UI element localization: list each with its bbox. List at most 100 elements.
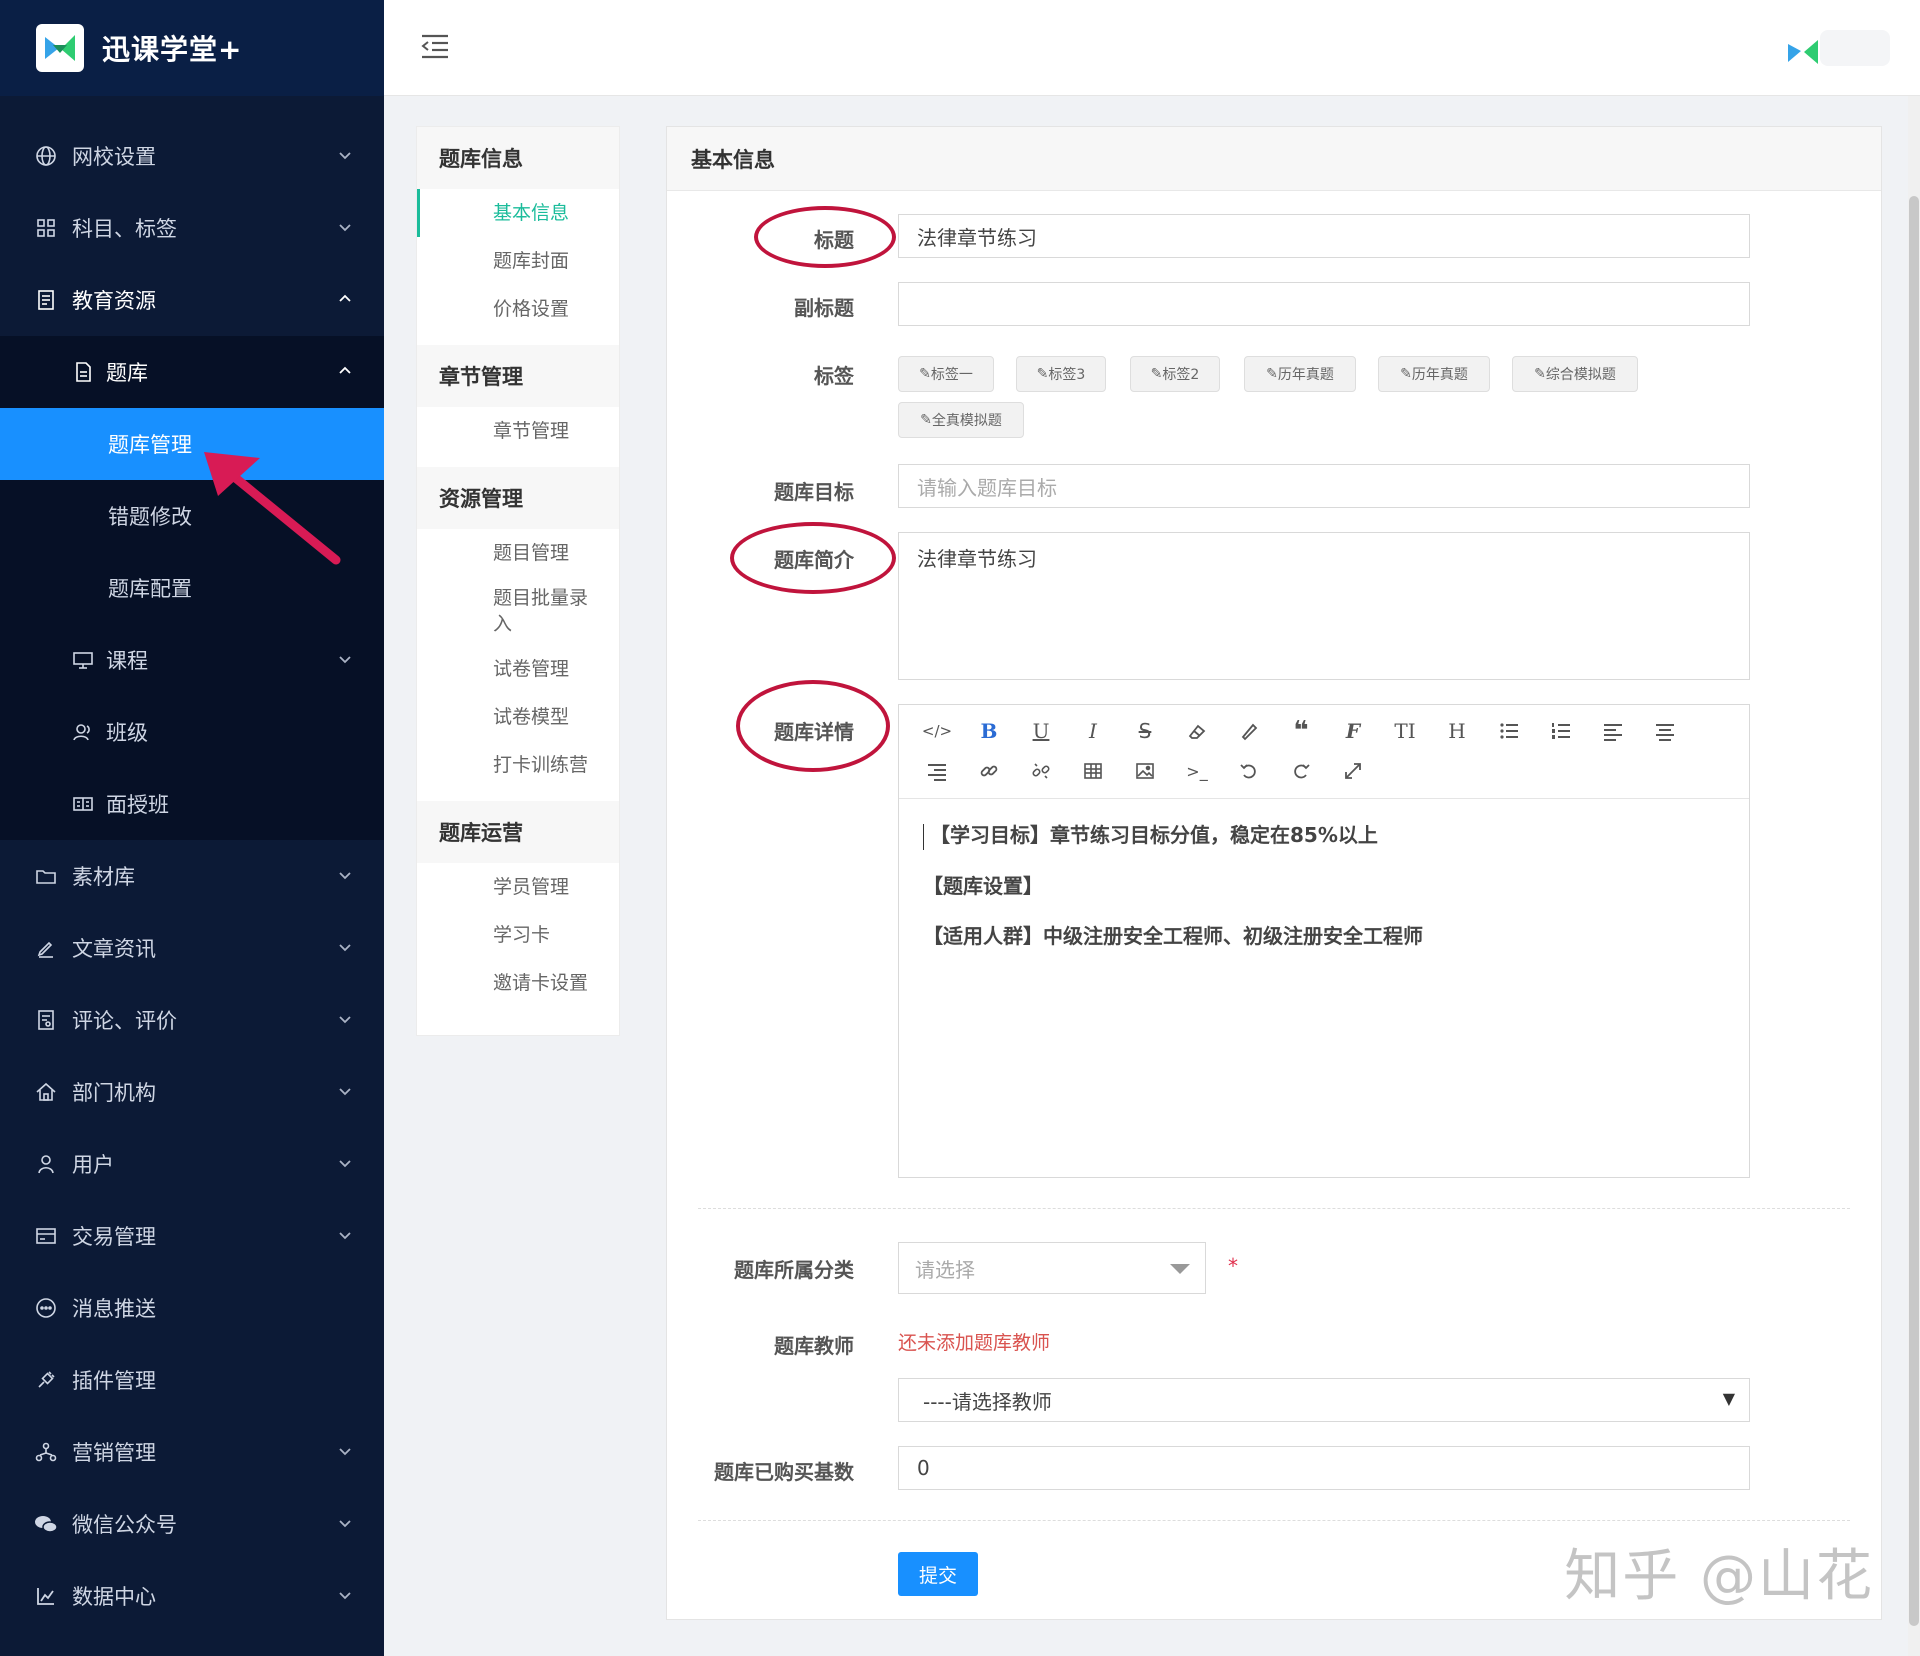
- fullscreen-icon[interactable]: [1327, 751, 1379, 791]
- sidebar-item-course[interactable]: 课程: [0, 624, 384, 696]
- bold-icon[interactable]: B: [963, 711, 1015, 751]
- subnav-link-checkin-camp[interactable]: 打卡训练营: [417, 741, 619, 789]
- submit-button[interactable]: 提交: [898, 1552, 978, 1596]
- sidebar-item-articles[interactable]: 文章资讯: [0, 912, 384, 984]
- sidebar-item-materials[interactable]: 素材库: [0, 840, 384, 912]
- subnav-link-chapters[interactable]: 章节管理: [417, 407, 619, 455]
- sidebar-item-label: 用户: [72, 1153, 114, 1177]
- sidebar-item-comments[interactable]: 评论、评价: [0, 984, 384, 1056]
- sidebar-item-edu-resources[interactable]: 教育资源: [0, 264, 384, 336]
- sidebar-item-departments[interactable]: 部门机构: [0, 1056, 384, 1128]
- sidebar-item-label: 消息推送: [72, 1297, 156, 1321]
- tag-chip[interactable]: ✎ 标签一: [898, 356, 994, 392]
- italic-icon[interactable]: I: [1067, 711, 1119, 751]
- chevron-up-icon: [339, 294, 351, 302]
- sidebar-item-plugins[interactable]: 插件管理: [0, 1344, 384, 1416]
- editor-content[interactable]: 【学习目标】章节练习目标分值，稳定在85%以上 【题库设置】 【适用人群】中级注…: [899, 799, 1749, 994]
- menu-toggle-icon[interactable]: [420, 32, 450, 60]
- subnav-link-invite-cards[interactable]: 邀请卡设置: [417, 959, 619, 1007]
- image-icon[interactable]: [1119, 751, 1171, 791]
- unlink-icon[interactable]: [1015, 751, 1067, 791]
- subnav-link-cover[interactable]: 题库封面: [417, 237, 619, 285]
- subtitle-input[interactable]: [898, 282, 1750, 326]
- tag-chip[interactable]: ✎ 标签2: [1130, 356, 1220, 392]
- sidebar-item-subjects-tags[interactable]: 科目、标签: [0, 192, 384, 264]
- goal-label: 题库目标: [774, 480, 854, 504]
- subnav-link-price[interactable]: 价格设置: [417, 285, 619, 333]
- category-select[interactable]: 请选择: [898, 1242, 1206, 1294]
- brand[interactable]: 迅课学堂+: [0, 0, 384, 96]
- subnav-link-papers[interactable]: 试卷管理: [417, 645, 619, 693]
- subnav-link-questions[interactable]: 题目管理: [417, 529, 619, 577]
- detail-line: 【学习目标】章节练习目标分值，稳定在85%以上: [923, 821, 1725, 850]
- tag-chip-label: 标签2: [1162, 367, 1200, 383]
- sidebar-item-data-center[interactable]: 数据中心: [0, 1560, 384, 1632]
- sidebar-item-offline-class[interactable]: 面授班: [0, 768, 384, 840]
- panel-title: 基本信息: [667, 127, 1881, 191]
- sidebar-item-messages[interactable]: 消息推送: [0, 1272, 384, 1344]
- annotation-circle: [736, 680, 890, 772]
- sidebar-item-tiku[interactable]: 题库: [0, 336, 384, 408]
- chevron-up-icon: [339, 366, 351, 374]
- sidebar-item-transactions[interactable]: 交易管理: [0, 1200, 384, 1272]
- detail-line: 【题库设置】: [923, 873, 1043, 898]
- title-input[interactable]: 法律章节练习: [898, 214, 1750, 258]
- tag-chip[interactable]: ✎ 历年真题: [1378, 356, 1490, 392]
- ordered-list-icon[interactable]: [1535, 711, 1587, 751]
- link-icon[interactable]: [963, 751, 1015, 791]
- detail-line-text: 【学习目标】章节练习目标分值，稳定在85%以上: [930, 823, 1378, 847]
- tag-chip[interactable]: ✎ 历年真题: [1244, 356, 1356, 392]
- subnav-link-study-cards[interactable]: 学习卡: [417, 911, 619, 959]
- align-center-icon[interactable]: [1639, 711, 1691, 751]
- eraser-icon[interactable]: [1171, 711, 1223, 751]
- sidebar-item-class[interactable]: 班级: [0, 696, 384, 768]
- tiku-subnav: 题库信息 基本信息 题库封面 价格设置 章节管理 章节管理 资源管理 题目管理 …: [416, 126, 620, 1036]
- intro-textarea[interactable]: 法律章节练习: [898, 532, 1750, 680]
- chevron-down-icon: [339, 1592, 351, 1600]
- sidebar-item-label: 素材库: [72, 865, 135, 889]
- tag-chip[interactable]: ✎ 综合模拟题: [1512, 356, 1638, 392]
- sidebar-item-label: 科目、标签: [72, 217, 177, 241]
- sidebar-item-school-settings[interactable]: 网校设置: [0, 120, 384, 192]
- terminal-icon[interactable]: >_: [1171, 751, 1223, 791]
- strikethrough-icon[interactable]: S: [1119, 711, 1171, 751]
- sidebar-item-marketing[interactable]: 营销管理: [0, 1416, 384, 1488]
- text-size-icon[interactable]: TI: [1379, 711, 1431, 751]
- subnav-link-students[interactable]: 学员管理: [417, 863, 619, 911]
- heading-icon[interactable]: H: [1431, 711, 1483, 751]
- goal-input[interactable]: 请输入题库目标: [898, 464, 1750, 508]
- bullet-list-icon[interactable]: [1483, 711, 1535, 751]
- purchase-base-input[interactable]: 0: [898, 1446, 1750, 1490]
- annotation-arrow-icon: [204, 452, 341, 565]
- subnav-link-batch-import[interactable]: 题目批量录入: [417, 577, 619, 645]
- rich-text-editor[interactable]: </> B U I S ❝ F TI H >_ 【学习目标】章节练习目标分值，稳…: [898, 704, 1750, 1178]
- text-caret: [923, 823, 924, 850]
- user-menu[interactable]: [1820, 30, 1890, 66]
- font-icon[interactable]: F: [1327, 711, 1379, 751]
- sidebar-item-label: 部门机构: [72, 1081, 156, 1105]
- code-icon[interactable]: </>: [911, 711, 963, 751]
- subnav-link-paper-models[interactable]: 试卷模型: [417, 693, 619, 741]
- table-icon[interactable]: [1067, 751, 1119, 791]
- scrollbar[interactable]: [1908, 96, 1920, 1656]
- tag-chip[interactable]: ✎ 全真模拟题: [898, 402, 1024, 438]
- chevron-down-icon: [339, 224, 351, 232]
- undo-icon[interactable]: [1223, 751, 1275, 791]
- sidebar-item-label: 数据中心: [72, 1585, 156, 1609]
- underline-icon[interactable]: U: [1015, 711, 1067, 751]
- tag-icon: ✎: [1400, 366, 1412, 382]
- redo-icon[interactable]: [1275, 751, 1327, 791]
- sidebar-item-wechat[interactable]: 微信公众号: [0, 1488, 384, 1560]
- subnav-link-basic-info[interactable]: 基本信息: [417, 189, 619, 237]
- align-right-icon[interactable]: [911, 751, 963, 791]
- brush-icon[interactable]: [1223, 711, 1275, 751]
- scrollbar-thumb[interactable]: [1909, 196, 1919, 1626]
- quote-icon[interactable]: ❝: [1275, 711, 1327, 751]
- teacher-select[interactable]: ----请选择教师 ▼: [898, 1378, 1750, 1422]
- sidebar-item-users[interactable]: 用户: [0, 1128, 384, 1200]
- tag-chip[interactable]: ✎ 标签3: [1016, 356, 1106, 392]
- teacher-label: 题库教师: [774, 1334, 854, 1358]
- sidebar-item-label: 课程: [106, 649, 148, 673]
- user-logo-icon[interactable]: [1786, 36, 1820, 66]
- align-left-icon[interactable]: [1587, 711, 1639, 751]
